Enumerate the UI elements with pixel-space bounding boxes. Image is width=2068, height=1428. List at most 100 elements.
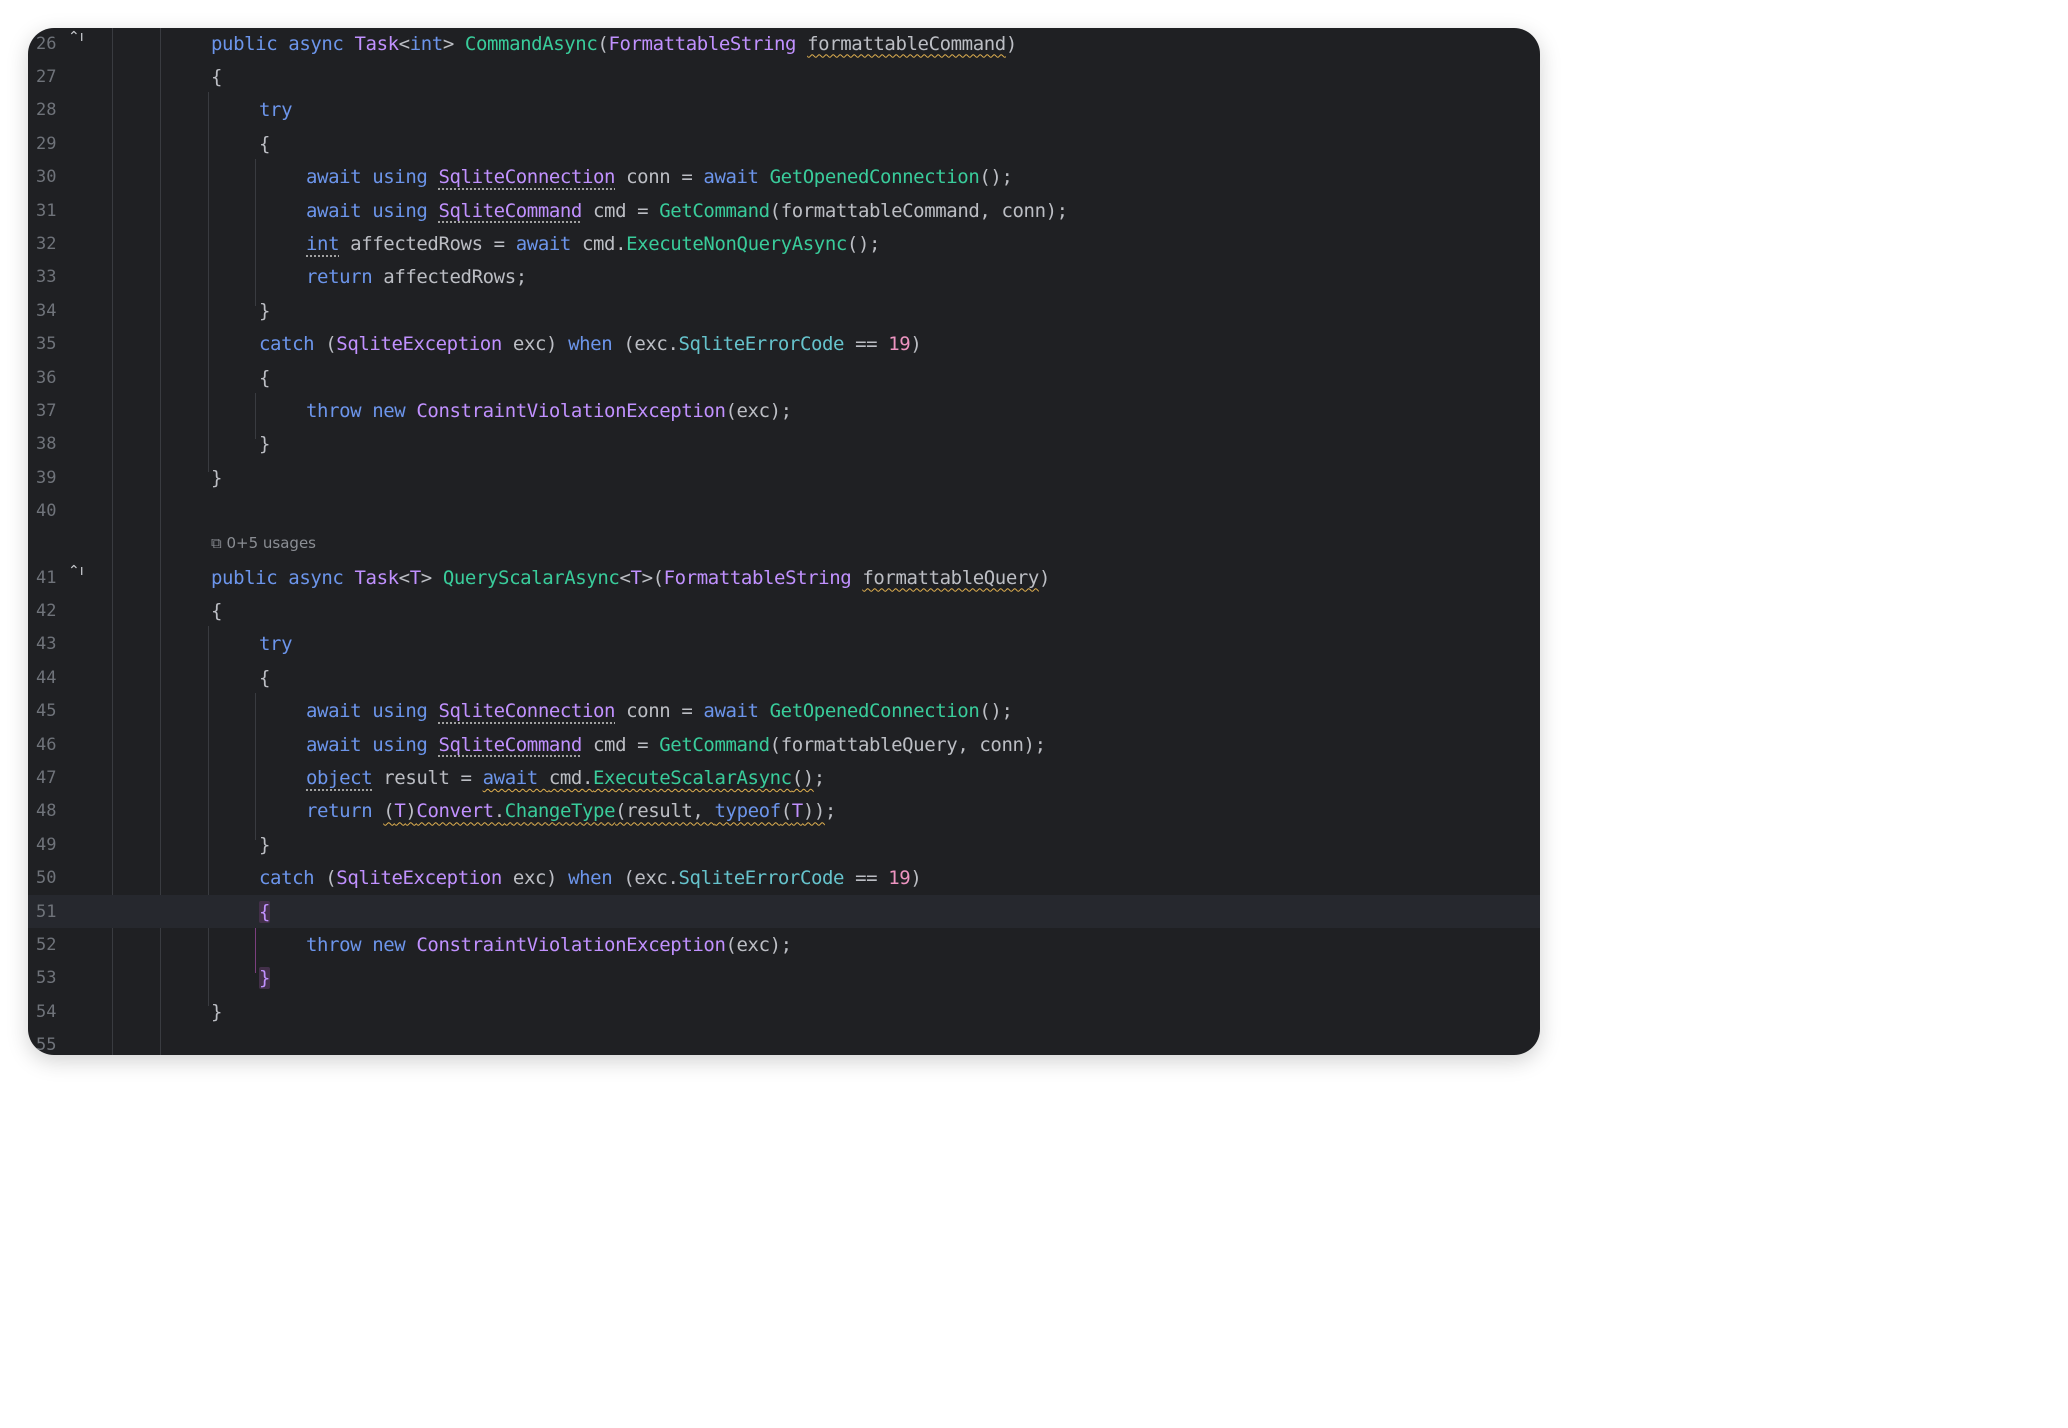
code-text[interactable]: } <box>259 967 270 990</box>
code-line[interactable]: 54} <box>28 995 1540 1028</box>
line-number[interactable]: 45 <box>36 701 76 721</box>
code-token: SqliteException <box>336 867 502 890</box>
code-text[interactable]: { <box>259 900 270 923</box>
code-text[interactable]: await using SqliteConnection conn = awai… <box>306 700 1013 722</box>
line-number[interactable]: 49 <box>36 835 76 855</box>
code-line[interactable]: 27 { <box>28 60 1540 93</box>
code-editor[interactable]: ⧉ 0+5 usages 26 ⌃ı public async Task<int> … <box>28 28 1540 1055</box>
line-number[interactable]: 34 <box>36 301 76 321</box>
line-number[interactable]: 44 <box>36 668 76 688</box>
code-line[interactable]: 41 ⌃ı public async Task<T> QueryScalarAsyn… <box>28 561 1540 594</box>
code-line[interactable]: 30 await using SqliteConnection conn = aw… <box>28 161 1540 194</box>
usages-hint[interactable]: ⧉ 0+5 usages <box>211 534 316 552</box>
line-number[interactable]: 32 <box>36 234 76 254</box>
code-line[interactable]: 40 <box>28 495 1540 528</box>
code-line[interactable]: 38} <box>28 428 1540 461</box>
code-line[interactable]: 47 object result = await cmd.ExecuteScala… <box>28 761 1540 794</box>
code-line[interactable]: 42 { <box>28 594 1540 627</box>
code-text[interactable]: throw new ConstraintViolationException(e… <box>306 400 792 422</box>
code-token: } <box>259 833 271 856</box>
line-number[interactable]: 29 <box>36 134 76 154</box>
code-text[interactable]: object result = await cmd.ExecuteScalarA… <box>306 767 825 789</box>
code-line[interactable]: 29 { <box>28 127 1540 160</box>
code-line[interactable]: 51 { <box>28 895 1540 929</box>
line-number[interactable]: 52 <box>36 935 76 955</box>
code-text[interactable]: await using SqliteConnection conn = awai… <box>306 166 1013 188</box>
line-number[interactable]: 48 <box>36 801 76 821</box>
line-number[interactable]: 42 <box>36 601 76 621</box>
line-number[interactable]: 30 <box>36 167 76 187</box>
line-number[interactable]: 37 <box>36 401 76 421</box>
code-line[interactable]: 48 return (T)Convert.ChangeType(result, t… <box>28 795 1540 828</box>
code-text[interactable]: catch (SqliteException exc) when (exc.Sq… <box>259 867 922 890</box>
code-text[interactable]: try <box>259 99 293 121</box>
code-line[interactable]: 53} <box>28 962 1540 995</box>
code-text[interactable]: throw new ConstraintViolationException(e… <box>306 934 792 956</box>
line-number[interactable]: 50 <box>36 868 76 888</box>
line-number[interactable]: 55 <box>36 1035 76 1055</box>
code-line[interactable]: 45 await using SqliteConnection conn = aw… <box>28 695 1540 728</box>
code-text[interactable]: { <box>211 600 222 622</box>
code-line[interactable]: 32 int affectedRows = await cmd.ExecuteNo… <box>28 227 1540 260</box>
code-token: (); <box>979 166 1013 189</box>
code-token: (); <box>846 233 881 256</box>
code-line[interactable]: 36 { <box>28 361 1540 394</box>
code-text[interactable]: int affectedRows = await cmd.ExecuteNonQ… <box>306 233 880 255</box>
line-number[interactable]: 31 <box>36 201 76 221</box>
line-number[interactable]: 39 <box>36 468 76 488</box>
code-text[interactable]: { <box>211 66 222 88</box>
code-token: await <box>306 733 373 756</box>
code-line[interactable]: 33 return affectedRows; <box>28 261 1540 294</box>
code-text[interactable]: return affectedRows; <box>306 266 527 288</box>
line-number[interactable]: 46 <box>36 735 76 755</box>
code-line[interactable]: 43 try <box>28 628 1540 661</box>
code-token: using <box>372 199 439 222</box>
code-text[interactable]: } <box>211 1001 222 1023</box>
code-line[interactable]: 44 { <box>28 661 1540 694</box>
code-line[interactable]: 55 <box>28 1029 1540 1055</box>
code-text[interactable]: } <box>259 834 270 856</box>
code-line[interactable]: 31 await using SqliteCommand cmd = GetCom… <box>28 194 1540 227</box>
code-text[interactable]: await using SqliteCommand cmd = GetComma… <box>306 734 1046 756</box>
line-number[interactable]: 40 <box>36 501 76 521</box>
line-number[interactable]: 38 <box>36 434 76 454</box>
code-text[interactable]: } <box>259 433 270 455</box>
code-text[interactable]: return (T)Convert.ChangeType(result, typ… <box>306 800 836 822</box>
code-token: typeof <box>714 800 782 823</box>
line-number[interactable]: 51 <box>36 902 76 922</box>
code-line[interactable]: 49} <box>28 828 1540 861</box>
code-line[interactable]: 46 await using SqliteCommand cmd = GetCom… <box>28 728 1540 761</box>
code-line[interactable]: 39} <box>28 461 1540 494</box>
code-line[interactable]: 37 throw new ConstraintViolationException… <box>28 394 1540 427</box>
line-number[interactable]: 27 <box>36 67 76 87</box>
line-number[interactable]: 43 <box>36 634 76 654</box>
code-token: int <box>409 32 444 55</box>
override-marker-icon[interactable]: ⌃ı <box>68 563 84 579</box>
code-text[interactable]: } <box>211 467 222 489</box>
code-line[interactable]: 52 throw new ConstraintViolationException… <box>28 928 1540 961</box>
override-marker-icon[interactable]: ⌃ı <box>68 29 84 45</box>
code-text[interactable]: catch (SqliteException exc) when (exc.Sq… <box>259 333 922 356</box>
line-number[interactable]: 47 <box>36 768 76 788</box>
code-line[interactable]: 35 catch (SqliteException exc) when (exc.… <box>28 328 1540 361</box>
line-number[interactable]: 35 <box>36 334 76 354</box>
line-number[interactable]: 36 <box>36 368 76 388</box>
code-text[interactable]: { <box>259 133 270 155</box>
code-text[interactable]: try <box>259 633 293 655</box>
code-token: 19 <box>888 333 911 356</box>
code-text[interactable]: { <box>259 667 270 689</box>
code-line[interactable]: 26 ⌃ı public async Task<int> CommandAsync(… <box>28 28 1540 60</box>
code-text[interactable]: await using SqliteCommand cmd = GetComma… <box>306 200 1068 222</box>
code-text[interactable]: public async Task<int> CommandAsync(Form… <box>211 33 1017 55</box>
code-text[interactable]: { <box>259 367 270 389</box>
code-line[interactable]: 34} <box>28 294 1540 327</box>
code-token: cmd. <box>548 767 594 790</box>
line-number[interactable]: 28 <box>36 100 76 120</box>
code-line[interactable]: 28 try <box>28 94 1540 127</box>
code-text[interactable]: public async Task<T> QueryScalarAsync<T>… <box>211 567 1050 589</box>
line-number[interactable]: 33 <box>36 267 76 287</box>
code-line[interactable]: 50 catch (SqliteException exc) when (exc.… <box>28 862 1540 895</box>
line-number[interactable]: 53 <box>36 968 76 988</box>
code-text[interactable]: } <box>259 300 270 322</box>
line-number[interactable]: 54 <box>36 1002 76 1022</box>
